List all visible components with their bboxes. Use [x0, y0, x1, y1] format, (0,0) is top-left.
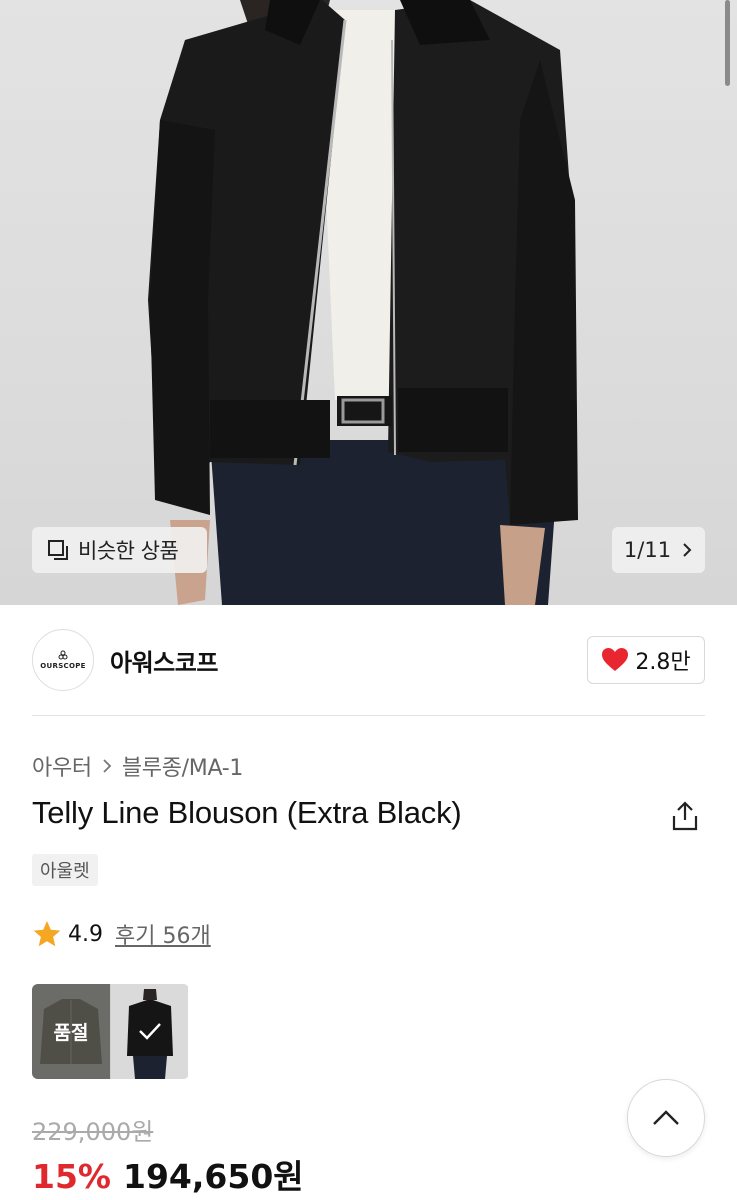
- image-counter-button[interactable]: 1/11: [612, 527, 705, 573]
- star-icon: [33, 921, 61, 947]
- product-photo: [148, 0, 578, 605]
- brand-row: OURSCOPE 아워스코프 2.8만: [32, 628, 705, 692]
- color-options: 품절: [32, 984, 189, 1079]
- rating-score: 4.9: [68, 921, 103, 947]
- similar-icon: [48, 540, 68, 560]
- price-row: 15% 194,650원: [32, 1150, 304, 1198]
- product-image-gallery[interactable]: 비슷한 상품 1/11: [0, 0, 737, 605]
- similar-products-label: 비슷한 상품: [78, 539, 179, 563]
- image-counter: 1/11: [623, 538, 672, 562]
- product-title: Telly Line Blouson (Extra Black): [32, 795, 462, 830]
- original-price: 229,000원: [32, 1118, 154, 1146]
- divider: [32, 715, 705, 716]
- soldout-label: 품절: [53, 1022, 89, 1044]
- soldout-overlay: 품절: [32, 984, 110, 1079]
- brand-name[interactable]: 아워스코프: [110, 643, 218, 678]
- like-button[interactable]: 2.8만: [587, 636, 705, 684]
- similar-products-button[interactable]: 비슷한 상품: [32, 527, 207, 573]
- breadcrumb: 아우터 블루종/MA-1: [32, 750, 243, 782]
- final-price: 194,650원: [123, 1157, 304, 1196]
- breadcrumb-item-outer[interactable]: 아우터: [32, 750, 92, 782]
- heart-icon: [602, 648, 629, 671]
- chevron-right-icon: [683, 543, 692, 557]
- chevron-up-icon: [653, 1110, 679, 1125]
- color-option-black-selected[interactable]: [110, 984, 188, 1079]
- brand-mark-icon: [58, 650, 68, 660]
- brand-logo[interactable]: OURSCOPE: [32, 629, 94, 691]
- scroll-to-top-button[interactable]: [627, 1079, 705, 1157]
- share-icon[interactable]: [670, 800, 700, 832]
- scrollbar-thumb[interactable]: [725, 0, 730, 86]
- color-option-olive[interactable]: 품절: [32, 984, 110, 1079]
- chevron-right-icon: [103, 759, 112, 773]
- outlet-tag: 아울렛: [32, 854, 98, 886]
- rating-row: 4.9 후기 56개: [32, 918, 211, 950]
- discount-rate: 15%: [32, 1157, 111, 1196]
- reviews-link[interactable]: 후기 56개: [115, 918, 211, 950]
- check-icon: [139, 1023, 161, 1040]
- brand-wordmark: OURSCOPE: [40, 662, 86, 670]
- like-count: 2.8만: [635, 650, 691, 675]
- breadcrumb-item-blouson[interactable]: 블루종/MA-1: [122, 750, 244, 782]
